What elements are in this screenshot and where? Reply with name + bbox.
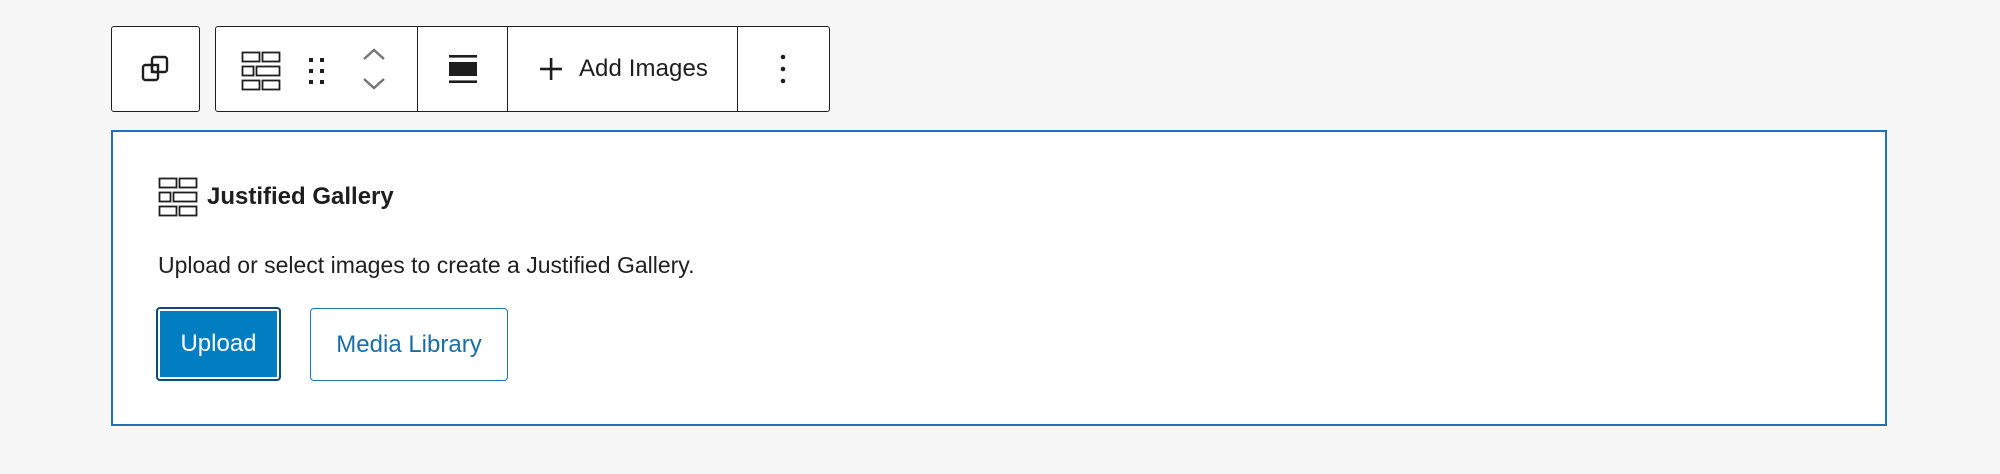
chevron-up-icon[interactable] <box>359 45 389 65</box>
more-vertical-icon <box>778 53 788 85</box>
plus-icon <box>537 55 565 83</box>
add-images-label: Add Images <box>578 55 709 82</box>
media-library-button[interactable]: Media Library <box>310 308 508 381</box>
block-transform-button[interactable] <box>111 26 200 112</box>
block-controls <box>216 27 417 111</box>
placeholder-title: Justified Gallery <box>207 183 394 210</box>
justified-gallery-placeholder: Justified Gallery Upload or select image… <box>111 130 1887 426</box>
drag-handle-icon[interactable] <box>306 55 328 87</box>
justified-gallery-icon <box>158 177 198 217</box>
justified-gallery-icon[interactable] <box>241 51 281 91</box>
block-toolbar: Add Images <box>215 26 830 112</box>
add-images-button[interactable]: Add Images <box>507 27 737 111</box>
duplicate-squares-icon <box>139 52 173 86</box>
placeholder-description: Upload or select images to create a Just… <box>158 252 695 278</box>
upload-button[interactable]: Upload <box>156 307 281 381</box>
placeholder-header: Justified Gallery <box>158 177 394 217</box>
align-wide-icon <box>446 52 480 86</box>
more-options-button[interactable] <box>737 27 828 111</box>
chevron-down-icon[interactable] <box>359 73 389 93</box>
align-button[interactable] <box>417 27 507 111</box>
